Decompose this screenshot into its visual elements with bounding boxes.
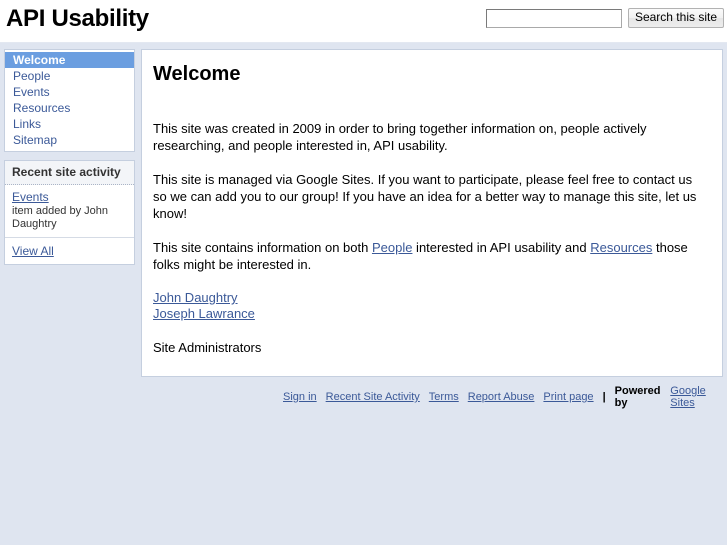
- resources-link[interactable]: Resources: [590, 240, 652, 255]
- site-search: Search this site: [485, 8, 724, 28]
- recent-activity-heading: Recent site activity: [5, 161, 134, 185]
- site-header: API Usability Search this site: [0, 0, 727, 43]
- content-panel: Welcome This site was created in 2009 in…: [141, 49, 723, 377]
- admin-link-joseph-lawrance[interactable]: Joseph Lawrance: [153, 306, 706, 322]
- activity-item-link[interactable]: Events: [12, 190, 127, 204]
- recent-activity-footer: View All: [5, 238, 134, 264]
- page-body: Welcome People Events Resources Links Si…: [0, 43, 727, 409]
- powered-by-label: Powered by: [614, 385, 661, 409]
- footer-link-print-page[interactable]: Print page: [543, 391, 593, 403]
- paragraph-contents: This site contains information on both P…: [153, 239, 706, 273]
- view-all-link[interactable]: View All: [12, 244, 54, 258]
- footer-link-recent-site-activity[interactable]: Recent Site Activity: [326, 391, 420, 403]
- sidebar-item-welcome[interactable]: Welcome: [5, 52, 134, 68]
- sidebar-item-events[interactable]: Events: [5, 84, 134, 100]
- content-title: Welcome: [153, 63, 241, 85]
- site-footer: Sign in Recent Site Activity Terms Repor…: [283, 385, 723, 409]
- site-administrators-block: John Daughtry Joseph Lawrance Site Admin…: [153, 290, 706, 356]
- footer-link-sign-in[interactable]: Sign in: [283, 391, 317, 403]
- sidebar: Welcome People Events Resources Links Si…: [4, 49, 135, 273]
- footer-separator: |: [602, 391, 606, 403]
- sidebar-item-people[interactable]: People: [5, 68, 134, 84]
- layout: Welcome People Events Resources Links Si…: [0, 49, 727, 409]
- paragraph-management: This site is managed via Google Sites. I…: [153, 172, 697, 221]
- sidebar-item-sitemap[interactable]: Sitemap: [5, 132, 134, 148]
- sidebar-nav: Welcome People Events Resources Links Si…: [4, 49, 135, 152]
- people-link[interactable]: People: [372, 240, 412, 255]
- text-between-links: interested in API usability and: [412, 240, 591, 255]
- site-administrators-label: Site Administrators: [153, 340, 262, 355]
- search-button[interactable]: Search this site: [627, 8, 724, 28]
- recent-activity-entry: Events item added by John Daughtry: [5, 185, 134, 238]
- paragraph-intro: This site was created in 2009 in order t…: [153, 121, 647, 153]
- text-before-people-link: This site contains information on both: [153, 240, 372, 255]
- footer-link-terms[interactable]: Terms: [429, 391, 459, 403]
- admin-link-john-daughtry[interactable]: John Daughtry: [153, 290, 706, 306]
- content-column: Welcome This site was created in 2009 in…: [141, 49, 723, 409]
- search-input[interactable]: [485, 8, 622, 28]
- page-title: API Usability: [6, 5, 149, 32]
- google-sites-link[interactable]: Google Sites: [670, 385, 723, 409]
- activity-item-meta: item added by John Daughtry: [12, 205, 109, 230]
- sidebar-item-resources[interactable]: Resources: [5, 100, 134, 116]
- footer-link-report-abuse[interactable]: Report Abuse: [468, 391, 535, 403]
- recent-site-activity-panel: Recent site activity Events item added b…: [4, 160, 135, 265]
- sidebar-item-links[interactable]: Links: [5, 116, 134, 132]
